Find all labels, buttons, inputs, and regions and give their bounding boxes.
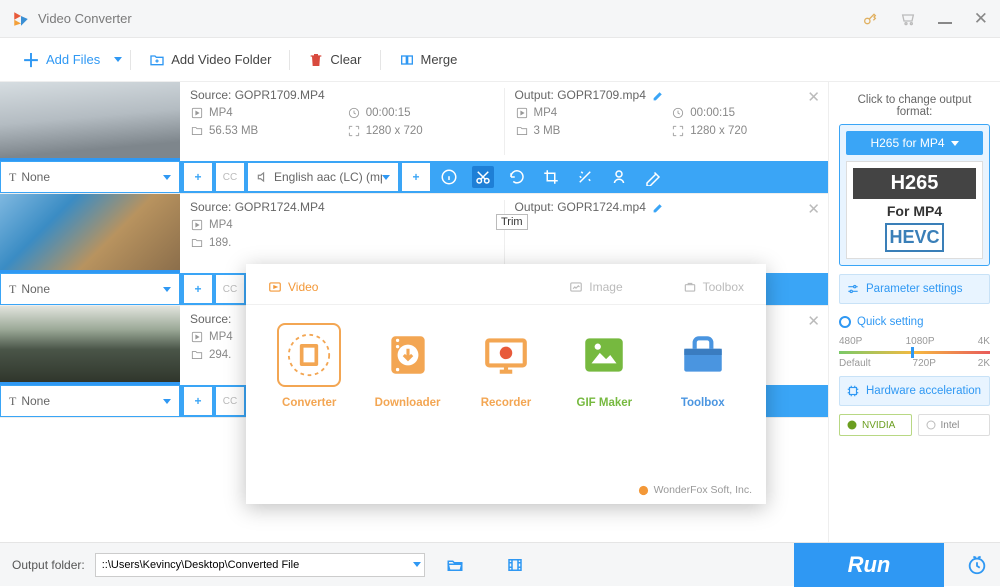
output-label: Output: GOPR1709.mp4 <box>515 88 819 102</box>
main-toolbar: ＋Add Files Add Video Folder Clear Merge <box>0 38 1000 82</box>
edit-icon[interactable] <box>652 201 665 214</box>
remove-file-button[interactable]: ✕ <box>807 200 820 218</box>
effects-tool-icon[interactable] <box>574 166 596 188</box>
cart-icon[interactable] <box>900 11 916 27</box>
source-duration: 00:00:15 <box>347 106 494 120</box>
output-resolution: 1280 x 720 <box>671 124 818 138</box>
change-format-label: Click to change output format: <box>839 94 990 118</box>
footer: Output folder: Run <box>0 542 1000 586</box>
sliders-icon <box>846 282 860 296</box>
crop-tool-icon[interactable] <box>540 166 562 188</box>
output-label: Output: GOPR1724.mp4 <box>515 200 819 214</box>
output-folder-label: Output folder: <box>12 558 85 572</box>
output-folder-input[interactable] <box>95 553 425 577</box>
info-tool-icon[interactable] <box>438 166 460 188</box>
side-panel: Click to change output format: H265 for … <box>828 82 1000 542</box>
schedule-icon[interactable] <box>966 554 988 576</box>
tooltip-trim: Trim <box>496 214 528 230</box>
merge-icon <box>399 52 415 68</box>
source-label: Source: GOPR1724.MP4 <box>190 200 494 214</box>
remove-file-button[interactable]: ✕ <box>807 312 820 330</box>
intel-badge: Intel <box>918 414 991 436</box>
file-row: Source: GOPR1709.MP4 MP4 00:00:15 56.53 … <box>0 82 828 194</box>
folder-plus-icon <box>149 52 165 68</box>
add-files-dropdown-icon[interactable] <box>114 57 122 62</box>
close-button[interactable]: ✕ <box>974 9 988 29</box>
add-audio-button[interactable]: + <box>402 163 430 191</box>
titlebar: Video Converter ✕ <box>0 0 1000 38</box>
codec-h265-label: H265 <box>853 168 976 199</box>
cc-button[interactable]: CC <box>216 275 244 303</box>
trim-tool-icon[interactable] <box>472 166 494 188</box>
video-thumbnail[interactable] <box>0 194 180 273</box>
audio-track-select[interactable]: English aac (LC) (mp <box>248 163 398 191</box>
module-toolbox[interactable]: Toolbox <box>661 323 745 409</box>
film-folder-icon[interactable] <box>505 556 525 574</box>
output-size: 3 MB <box>515 124 662 138</box>
add-subtitle-button[interactable]: + <box>184 163 212 191</box>
source-size: 189. <box>190 236 337 250</box>
output-folder-dropdown-icon[interactable] <box>413 562 421 567</box>
module-downloader[interactable]: Downloader <box>366 323 450 409</box>
module-recorder[interactable]: Recorder <box>464 323 548 409</box>
run-button[interactable]: Run <box>794 543 944 587</box>
output-duration: 00:00:15 <box>671 106 818 120</box>
cc-button[interactable]: CC <box>216 163 244 191</box>
codec-for-mp4-label: For MP4 <box>853 199 976 223</box>
module-converter[interactable]: Converter <box>267 323 351 409</box>
source-format: MP4 <box>190 106 337 120</box>
hardware-acceleration-button[interactable]: Hardware acceleration <box>839 376 990 406</box>
watermark-tool-icon[interactable] <box>608 166 630 188</box>
modules-popup: Video Image Toolbox Converter Downloader… <box>246 264 766 504</box>
key-icon[interactable] <box>862 11 878 27</box>
nvidia-badge: NVIDIA <box>839 414 912 436</box>
subtitle-select[interactable]: TNone <box>0 161 180 193</box>
popup-tab-image[interactable]: Image <box>569 280 622 294</box>
codec-hevc-label: HEVC <box>885 223 943 252</box>
quality-slider[interactable]: 480P1080P4K Default720P2K <box>839 336 990 368</box>
clear-button[interactable]: Clear <box>298 46 371 74</box>
video-thumbnail[interactable] <box>0 306 180 385</box>
source-format: MP4 <box>190 218 337 232</box>
add-subtitle-button[interactable]: + <box>184 387 212 415</box>
edit-icon[interactable] <box>652 89 665 102</box>
edit-tool-icon[interactable] <box>642 166 664 188</box>
minimize-button[interactable] <box>938 22 952 24</box>
module-gif-maker[interactable]: GIF Maker <box>562 323 646 409</box>
add-folder-button[interactable]: Add Video Folder <box>139 46 281 74</box>
parameter-settings-button[interactable]: Parameter settings <box>839 274 990 304</box>
merge-button[interactable]: Merge <box>389 46 468 74</box>
remove-file-button[interactable]: ✕ <box>807 88 820 106</box>
app-logo-icon <box>12 10 30 28</box>
popup-tab-toolbox[interactable]: Toolbox <box>683 280 744 294</box>
source-label: Source: GOPR1709.MP4 <box>190 88 494 102</box>
trash-icon <box>308 52 324 68</box>
vendor-label: WonderFox Soft, Inc. <box>638 484 752 496</box>
chip-icon <box>846 384 860 398</box>
video-thumbnail[interactable] <box>0 82 180 161</box>
quick-setting-label: Quick setting <box>839 316 990 328</box>
output-format-button[interactable]: H265 for MP4 H265 For MP4 HEVC <box>839 124 990 266</box>
output-format: MP4 <box>515 106 662 120</box>
subtitle-select[interactable]: TNone <box>0 273 180 305</box>
popup-tab-video[interactable]: Video <box>268 280 318 294</box>
source-size: 56.53 MB <box>190 124 337 138</box>
rotate-tool-icon[interactable] <box>506 166 528 188</box>
subtitle-select[interactable]: TNone <box>0 385 180 417</box>
add-subtitle-button[interactable]: + <box>184 275 212 303</box>
open-folder-icon[interactable] <box>445 556 465 574</box>
source-resolution: 1280 x 720 <box>347 124 494 138</box>
add-files-button[interactable]: ＋Add Files <box>12 41 110 79</box>
cc-button[interactable]: CC <box>216 387 244 415</box>
app-title: Video Converter <box>38 11 132 26</box>
